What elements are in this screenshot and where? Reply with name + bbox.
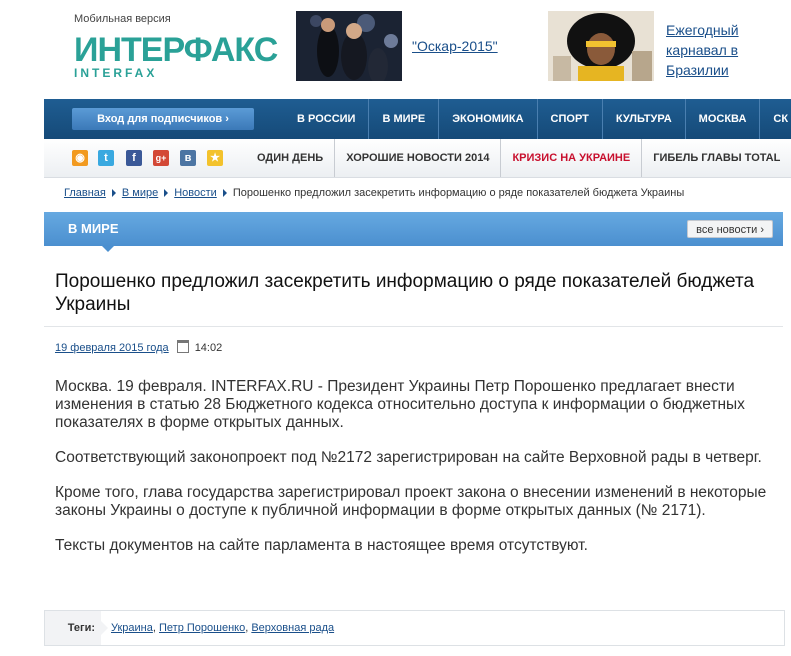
tags-label: Теги:: [45, 611, 101, 645]
tags-list: Украина, Петр Порошенко, Верховная рада: [111, 622, 335, 634]
calendar-icon[interactable]: [176, 340, 189, 353]
article-date-link[interactable]: 19 февраля 2015 года: [55, 342, 169, 354]
promo-carnival-link[interactable]: Ежегодный карнавал в Бразилии: [666, 20, 766, 80]
subscriber-login-button[interactable]: Вход для подписчиков ›: [72, 108, 254, 130]
breadcrumb-arrow-icon: [164, 189, 169, 198]
tag-link[interactable]: Верховная рада: [251, 622, 334, 634]
sub-nav-links: ОДИН ДЕНЬ ХОРОШИЕ НОВОСТИ 2014 КРИЗИС НА У…: [246, 139, 791, 177]
breadcrumb-arrow-icon: [111, 189, 116, 198]
article-body: Москва. 19 февраля. INTERFAX.RU - Презид…: [55, 378, 785, 572]
twitter-icon[interactable]: t: [98, 150, 114, 166]
vk-icon[interactable]: в: [180, 150, 196, 166]
section-title: В МИРЕ: [68, 221, 119, 236]
rss-icon[interactable]: ◉: [72, 150, 88, 166]
tags-arrow-icon: [101, 621, 108, 635]
breadcrumb-arrow-icon: [222, 189, 227, 198]
tag-link[interactable]: Украина: [111, 622, 153, 634]
all-news-button[interactable]: все новости ›: [687, 220, 773, 238]
nav-item-world[interactable]: В МИРЕ: [368, 99, 438, 139]
mobile-version-link[interactable]: Мобильная версия: [74, 13, 171, 25]
nav-item-russia[interactable]: В РОССИИ: [284, 99, 368, 139]
favorite-icon[interactable]: ★: [207, 150, 223, 166]
logo-main-text: ИНТЕРФАКС: [74, 31, 278, 69]
nav-item-culture[interactable]: КУЛЬТУРА: [601, 99, 685, 139]
section-pointer-icon: [102, 246, 114, 252]
breadcrumb-current: Порошенко предложил засекретить информац…: [232, 187, 685, 199]
header: Мобильная версия ИНТЕРФАКС INTERFAX "Оск…: [0, 0, 791, 98]
sub-item-one-day[interactable]: ОДИН ДЕНЬ: [246, 139, 334, 177]
interfax-logo[interactable]: ИНТЕРФАКС INTERFAX: [74, 32, 278, 82]
promo-oscar-link[interactable]: "Оскар-2015": [412, 36, 498, 56]
article-paragraph: Кроме того, глава государства зарегистри…: [55, 484, 767, 519]
googleplus-icon[interactable]: g+: [153, 150, 169, 166]
nav-item-truncated[interactable]: СК: [759, 99, 791, 139]
sub-navigation: ◉ t f g+ в ★ ОДИН ДЕНЬ ХОРОШИЕ НОВОСТИ 20…: [44, 139, 791, 178]
nav-item-economy[interactable]: ЭКОНОМИКА: [438, 99, 536, 139]
section-bar: В МИРЕ все новости ›: [44, 212, 783, 252]
main-nav-links: В РОССИИ В МИРЕ ЭКОНОМИКА СПОРТ КУЛЬТУРА МОСК…: [284, 99, 791, 139]
sub-item-total-ceo[interactable]: ГИБЕЛЬ ГЛАВЫ TOTAL: [641, 139, 791, 177]
tags-box: Теги: Украина, Петр Порошенко, Верховная…: [44, 610, 785, 646]
article-paragraph: Соответствующий законопроект под №2172 з…: [55, 449, 762, 466]
sub-item-good-news[interactable]: ХОРОШИЕ НОВОСТИ 2014: [334, 139, 500, 177]
tag-link[interactable]: Петр Порошенко: [159, 622, 245, 634]
article-title: Порошенко предложил засекретить информац…: [55, 271, 755, 315]
logo-sub-text: INTERFAX: [74, 66, 158, 80]
breadcrumb: Главная В мире Новости Порошенко предложил …: [64, 187, 684, 199]
sub-item-ukraine-crisis[interactable]: КРИЗИС НА УКРАИНЕ: [500, 139, 641, 177]
breadcrumb-home[interactable]: Главная: [64, 187, 106, 199]
nav-item-moscow[interactable]: МОСКВА: [684, 99, 760, 139]
main-navigation: Вход для подписчиков › В РОССИИ В МИРЕ ЭКО…: [44, 99, 791, 139]
divider: [44, 326, 783, 327]
article-paragraph: Москва. 19 февраля. INTERFAX.RU - Презид…: [55, 378, 745, 431]
promo-oscar-image[interactable]: [296, 11, 402, 81]
article-paragraph: Тексты документов на сайте парламента в …: [55, 537, 588, 554]
breadcrumb-world[interactable]: В мире: [122, 187, 158, 199]
promo-carnival-image[interactable]: [548, 11, 654, 81]
article-time: 14:02: [194, 342, 223, 354]
breadcrumb-news[interactable]: Новости: [174, 187, 217, 199]
facebook-icon[interactable]: f: [126, 150, 142, 166]
article-meta: 19 февраля 2015 года 14:02: [55, 340, 222, 354]
nav-item-sport[interactable]: СПОРТ: [536, 99, 602, 139]
